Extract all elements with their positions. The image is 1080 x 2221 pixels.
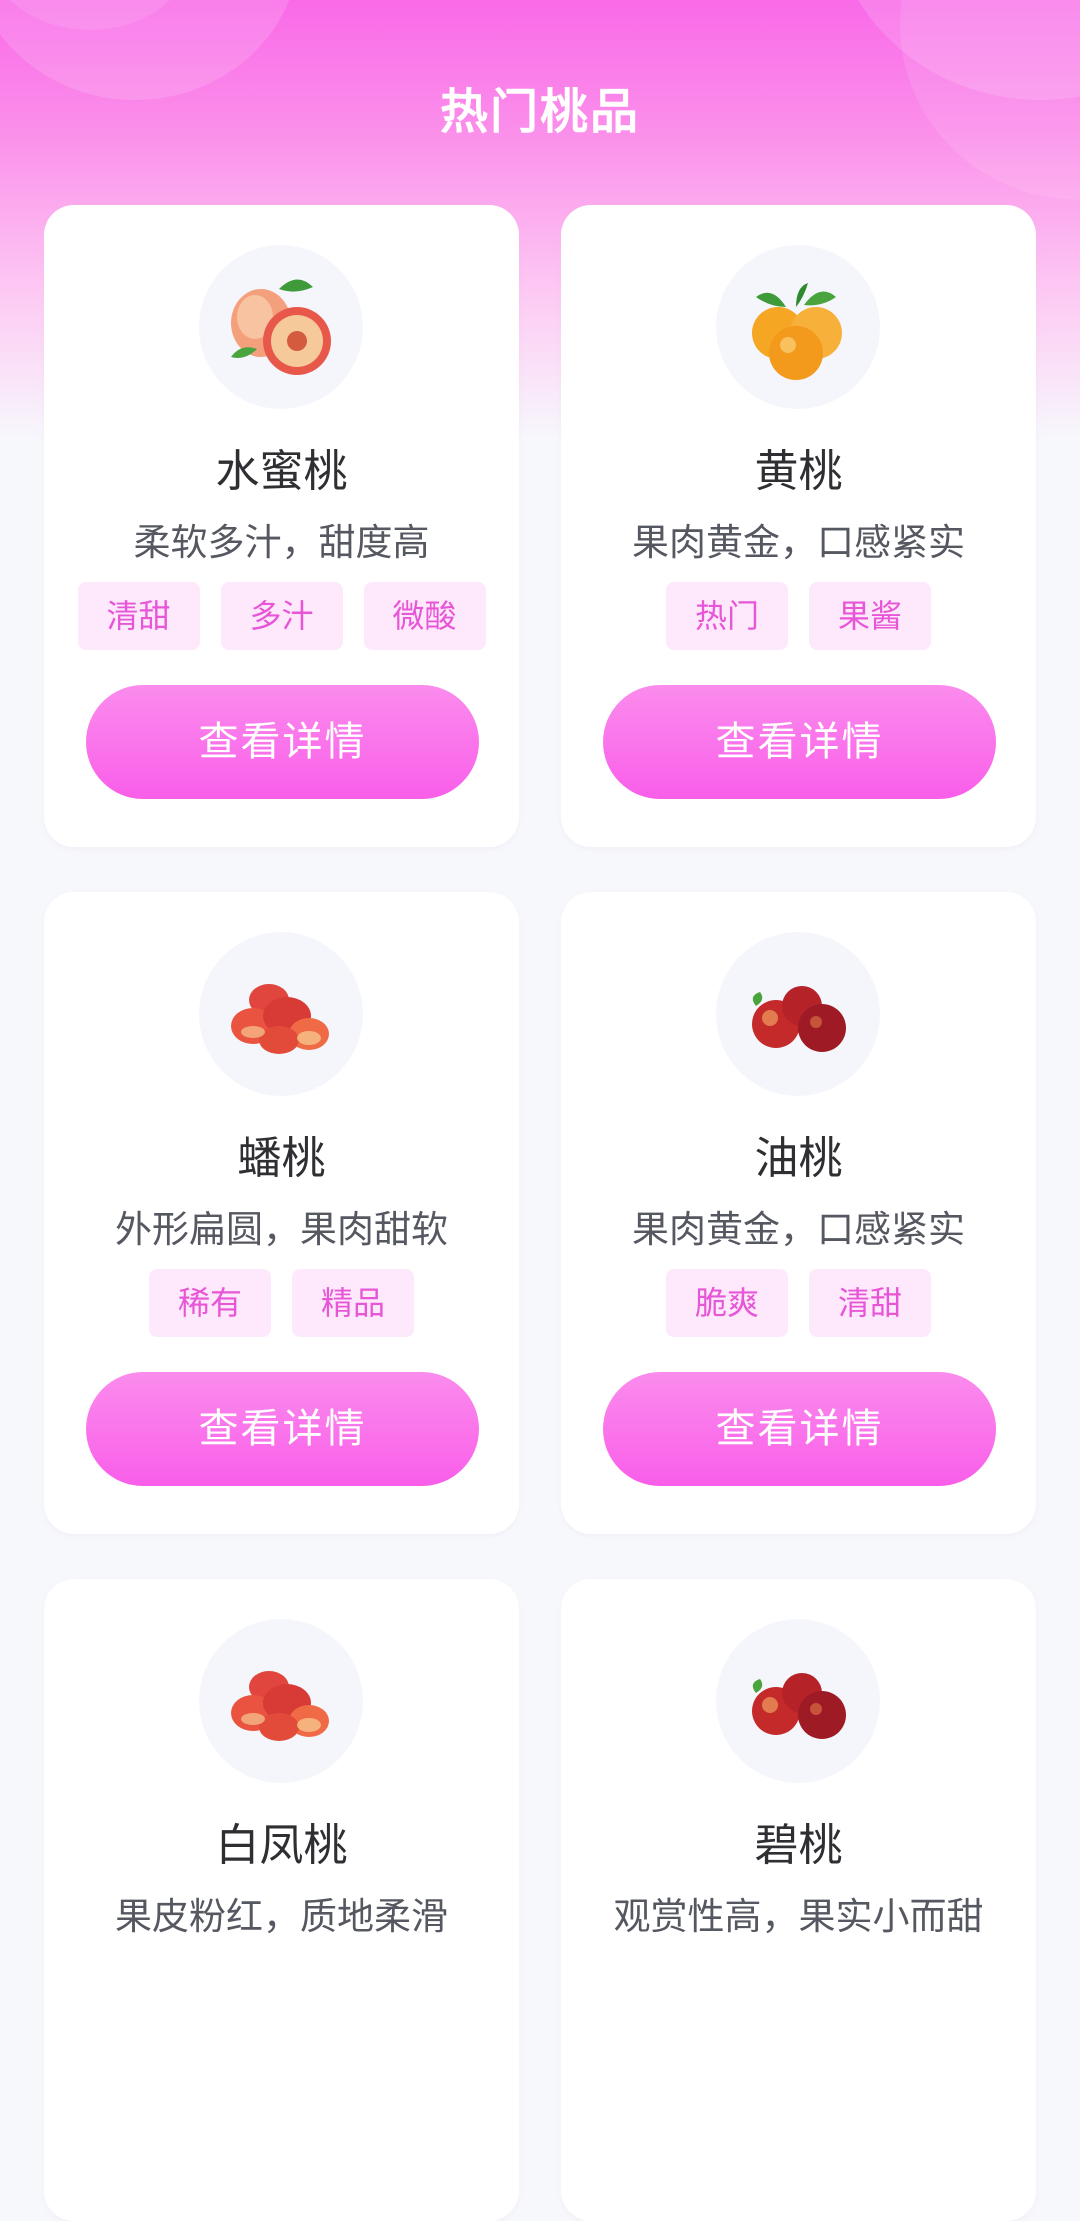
tag-list: 稀有 精品 (44, 1269, 519, 1337)
tag: 清甜 (77, 582, 200, 650)
tag-list: 脆爽 清甜 (561, 1269, 1036, 1337)
product-name: 蟠桃 (237, 1133, 326, 1184)
product-grid: 水蜜桃 柔软多汁，甜度高 清甜 多汁 微酸 查看详情 黄桃 果肉黄金，口感紧实 … (44, 205, 1036, 2221)
tag: 稀有 (149, 1269, 271, 1337)
view-details-button[interactable]: 查看详情 (603, 685, 996, 799)
nectarine-icon (716, 932, 880, 1096)
flat-peach-icon (199, 1619, 363, 1783)
tag: 果酱 (809, 582, 931, 650)
product-description: 果皮粉红，质地柔滑 (115, 1895, 448, 1938)
product-card[interactable]: 油桃 果肉黄金，口感紧实 脆爽 清甜 查看详情 (561, 892, 1036, 1534)
product-card[interactable]: 蟠桃 外形扁圆，果肉甜软 稀有 精品 查看详情 (44, 892, 519, 1534)
product-description: 观赏性高，果实小而甜 (613, 1895, 984, 1938)
product-name: 水蜜桃 (215, 446, 348, 497)
product-card[interactable]: 黄桃 果肉黄金，口感紧实 热门 果酱 查看详情 (561, 205, 1036, 847)
product-name: 油桃 (754, 1133, 843, 1184)
product-name: 碧桃 (754, 1820, 843, 1871)
flat-peach-icon (199, 932, 363, 1096)
peach-icon (199, 245, 363, 409)
view-details-button[interactable]: 查看详情 (86, 1372, 479, 1486)
tag: 清甜 (809, 1269, 931, 1337)
product-card[interactable]: 水蜜桃 柔软多汁，甜度高 清甜 多汁 微酸 查看详情 (44, 205, 519, 847)
tag: 微酸 (363, 582, 486, 650)
page-title: 热门桃品 (439, 84, 640, 140)
product-description: 果肉黄金，口感紧实 (632, 1208, 965, 1251)
tag: 热门 (666, 582, 788, 650)
yellow-peach-icon (716, 245, 880, 409)
product-description: 外形扁圆，果肉甜软 (115, 1208, 448, 1251)
product-description: 果肉黄金，口感紧实 (632, 521, 965, 564)
tag: 脆爽 (666, 1269, 788, 1337)
product-card[interactable]: 白凤桃 果皮粉红，质地柔滑 (44, 1579, 519, 2221)
nectarine-icon (716, 1619, 880, 1783)
tag: 多汁 (220, 582, 343, 650)
product-name: 白凤桃 (215, 1820, 348, 1871)
view-details-button[interactable]: 查看详情 (603, 1372, 996, 1486)
tag: 精品 (292, 1269, 414, 1337)
tag-list: 热门 果酱 (561, 582, 1036, 650)
tag-list: 清甜 多汁 微酸 (44, 582, 519, 650)
view-details-button[interactable]: 查看详情 (86, 685, 479, 799)
product-card[interactable]: 碧桃 观赏性高，果实小而甜 (561, 1579, 1036, 2221)
product-name: 黄桃 (754, 446, 843, 497)
product-description: 柔软多汁，甜度高 (133, 521, 430, 564)
